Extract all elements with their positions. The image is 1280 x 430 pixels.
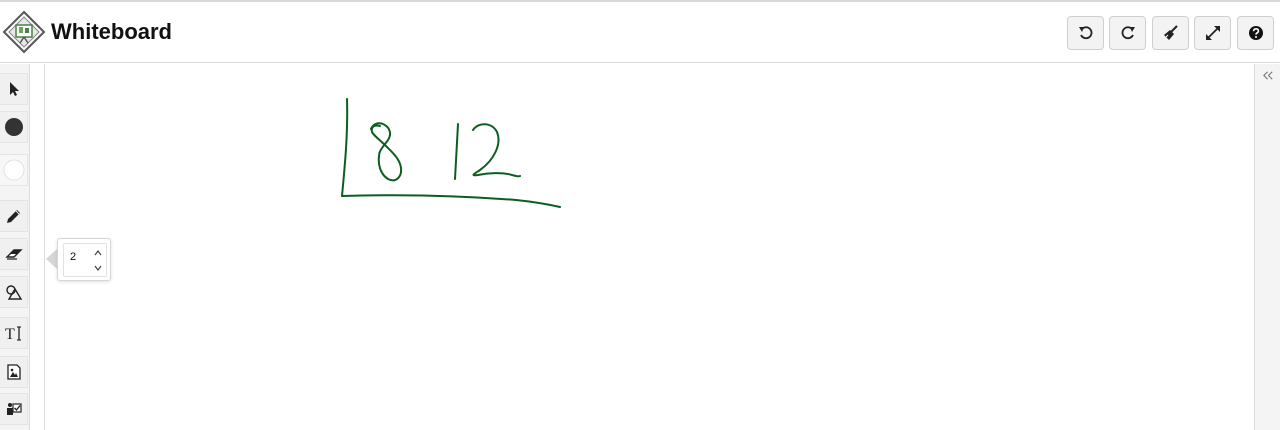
page-title: Whiteboard xyxy=(51,19,172,44)
clear-board-button[interactable] xyxy=(1152,16,1189,50)
popover-arrow xyxy=(46,249,57,269)
pencil-icon xyxy=(6,210,20,223)
checkbox-icon xyxy=(6,403,22,415)
shapes-icon xyxy=(5,285,22,300)
right-side-panel xyxy=(1254,64,1280,430)
color-swatch-white-icon xyxy=(3,159,24,181)
ink-stroke-digit-1 xyxy=(454,123,459,180)
undo-icon xyxy=(1078,26,1092,40)
svg-text:T: T xyxy=(5,326,15,342)
image-icon xyxy=(6,364,21,380)
line-width-value[interactable]: 2 xyxy=(70,251,76,263)
app-header: Whiteboard xyxy=(0,0,1280,63)
stroke-color-button[interactable] xyxy=(0,111,28,143)
undo-button[interactable] xyxy=(1067,16,1104,50)
expand-icon xyxy=(1205,26,1220,40)
eraser-tool-button[interactable] xyxy=(0,238,28,270)
tool-sidebar: T xyxy=(0,64,30,430)
ink-stroke-digit-8 xyxy=(370,122,403,182)
ink-stroke-vertical xyxy=(341,98,349,197)
ink-stroke-digit-2 xyxy=(472,123,521,178)
fill-color-button[interactable] xyxy=(0,154,28,186)
cursor-arrow-icon xyxy=(9,82,19,96)
redo-button[interactable] xyxy=(1109,16,1146,50)
checkbox-tool-button[interactable] xyxy=(0,393,28,425)
image-tool-button[interactable] xyxy=(0,356,28,388)
chevron-down-icon xyxy=(94,265,102,271)
help-icon xyxy=(1248,26,1263,40)
double-chevron-left-icon xyxy=(1262,70,1273,80)
line-width-popover: 2 xyxy=(57,238,111,281)
select-tool-button[interactable] xyxy=(0,73,28,105)
whiteboard-app: Whiteboard T 2 xyxy=(0,0,1280,430)
toolbar-gutter xyxy=(31,64,45,430)
fullscreen-button[interactable] xyxy=(1194,16,1231,50)
shapes-tool-button[interactable] xyxy=(0,276,28,308)
text-icon: T xyxy=(5,326,21,342)
eraser-icon xyxy=(4,249,23,260)
decrement-button[interactable] xyxy=(92,262,104,274)
whiteboard-logo-icon xyxy=(2,10,46,54)
ink-stroke-baseline xyxy=(341,194,561,208)
whiteboard-canvas[interactable] xyxy=(46,64,1254,430)
drawing-layer xyxy=(341,98,561,208)
line-width-stepper[interactable]: 2 xyxy=(63,243,107,277)
chevron-up-icon xyxy=(94,250,102,256)
expand-panel-button[interactable] xyxy=(1259,66,1277,84)
pencil-tool-button[interactable] xyxy=(0,200,28,232)
help-button[interactable] xyxy=(1237,16,1274,50)
redo-icon xyxy=(1121,26,1135,40)
color-swatch-dark-icon xyxy=(4,118,23,136)
broom-icon xyxy=(1163,25,1178,40)
text-tool-button[interactable]: T xyxy=(0,317,28,349)
increment-button[interactable] xyxy=(92,247,104,259)
